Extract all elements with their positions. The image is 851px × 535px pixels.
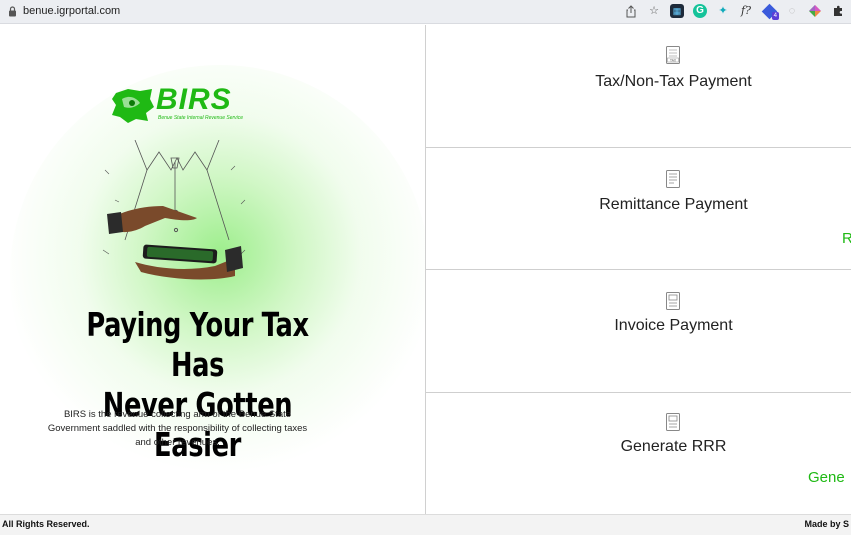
address-bar[interactable]: benue.igrportal.com <box>8 5 120 17</box>
page-footer: All Rights Reserved. Made by S <box>0 514 851 535</box>
logo-subtitle: Benue State Internal Revenue Service <box>158 115 244 121</box>
option-label: Invoice Payment <box>614 317 733 334</box>
notification-badge: 4 <box>771 12 779 20</box>
hero-description: BIRS is the revenue collecting arm of th… <box>47 409 308 448</box>
option-tax-payment[interactable]: TAX Tax/Non-Tax Payment <box>426 25 851 148</box>
url-text: benue.igrportal.com <box>23 5 121 17</box>
formula-icon[interactable]: f? <box>739 4 753 18</box>
receipt-icon <box>666 170 680 188</box>
tax-document-icon: TAX <box>666 46 680 64</box>
share-icon[interactable] <box>624 4 638 18</box>
star-icon[interactable]: ☆ <box>647 4 661 18</box>
ext-icon-2[interactable]: ✦ <box>716 4 730 18</box>
option-generate-rrr[interactable]: Generate RRR Gene <box>426 393 851 514</box>
tax-icon-label: TAX <box>670 58 677 62</box>
hero-panel: BIRS Benue State Internal Revenue Servic… <box>0 25 425 513</box>
headline-line-1: Paying Your Tax Has <box>86 305 309 384</box>
option-label: Tax/Non-Tax Payment <box>595 73 752 90</box>
invoice-icon <box>666 292 680 310</box>
puzzle-icon[interactable] <box>831 4 845 18</box>
option-label: Generate RRR <box>620 438 727 455</box>
option-remittance-payment[interactable]: Remittance Payment R <box>426 148 851 270</box>
option-link-overflow[interactable]: Gene <box>808 469 845 486</box>
logo-mark-icon <box>112 89 154 123</box>
payment-options: TAX Tax/Non-Tax Payment Remittance Payme… <box>426 25 851 514</box>
copyright-text: All Rights Reserved. <box>2 519 90 529</box>
logo-text: BIRS <box>156 83 232 116</box>
ext-icon-4[interactable] <box>808 4 822 18</box>
clock-icon[interactable]: ◌ <box>785 4 799 18</box>
option-link-overflow[interactable]: R <box>842 230 851 247</box>
option-invoice-payment[interactable]: Invoice Payment <box>426 270 851 393</box>
lock-icon <box>9 5 16 16</box>
grammarly-icon[interactable]: G <box>693 4 707 18</box>
generate-document-icon <box>666 413 680 431</box>
made-by-text: Made by S <box>804 519 849 529</box>
birs-logo: BIRS Benue State Internal Revenue Servic… <box>110 85 250 125</box>
option-label: Remittance Payment <box>599 196 748 213</box>
ext-icon-1[interactable]: ▦ <box>670 4 684 18</box>
browser-toolbar: benue.igrportal.com ☆ ▦ G ✦ f? 4 ◌ <box>0 0 851 24</box>
ext-icon-3[interactable]: 4 <box>761 3 779 20</box>
phone-payment-illustration <box>102 140 246 280</box>
